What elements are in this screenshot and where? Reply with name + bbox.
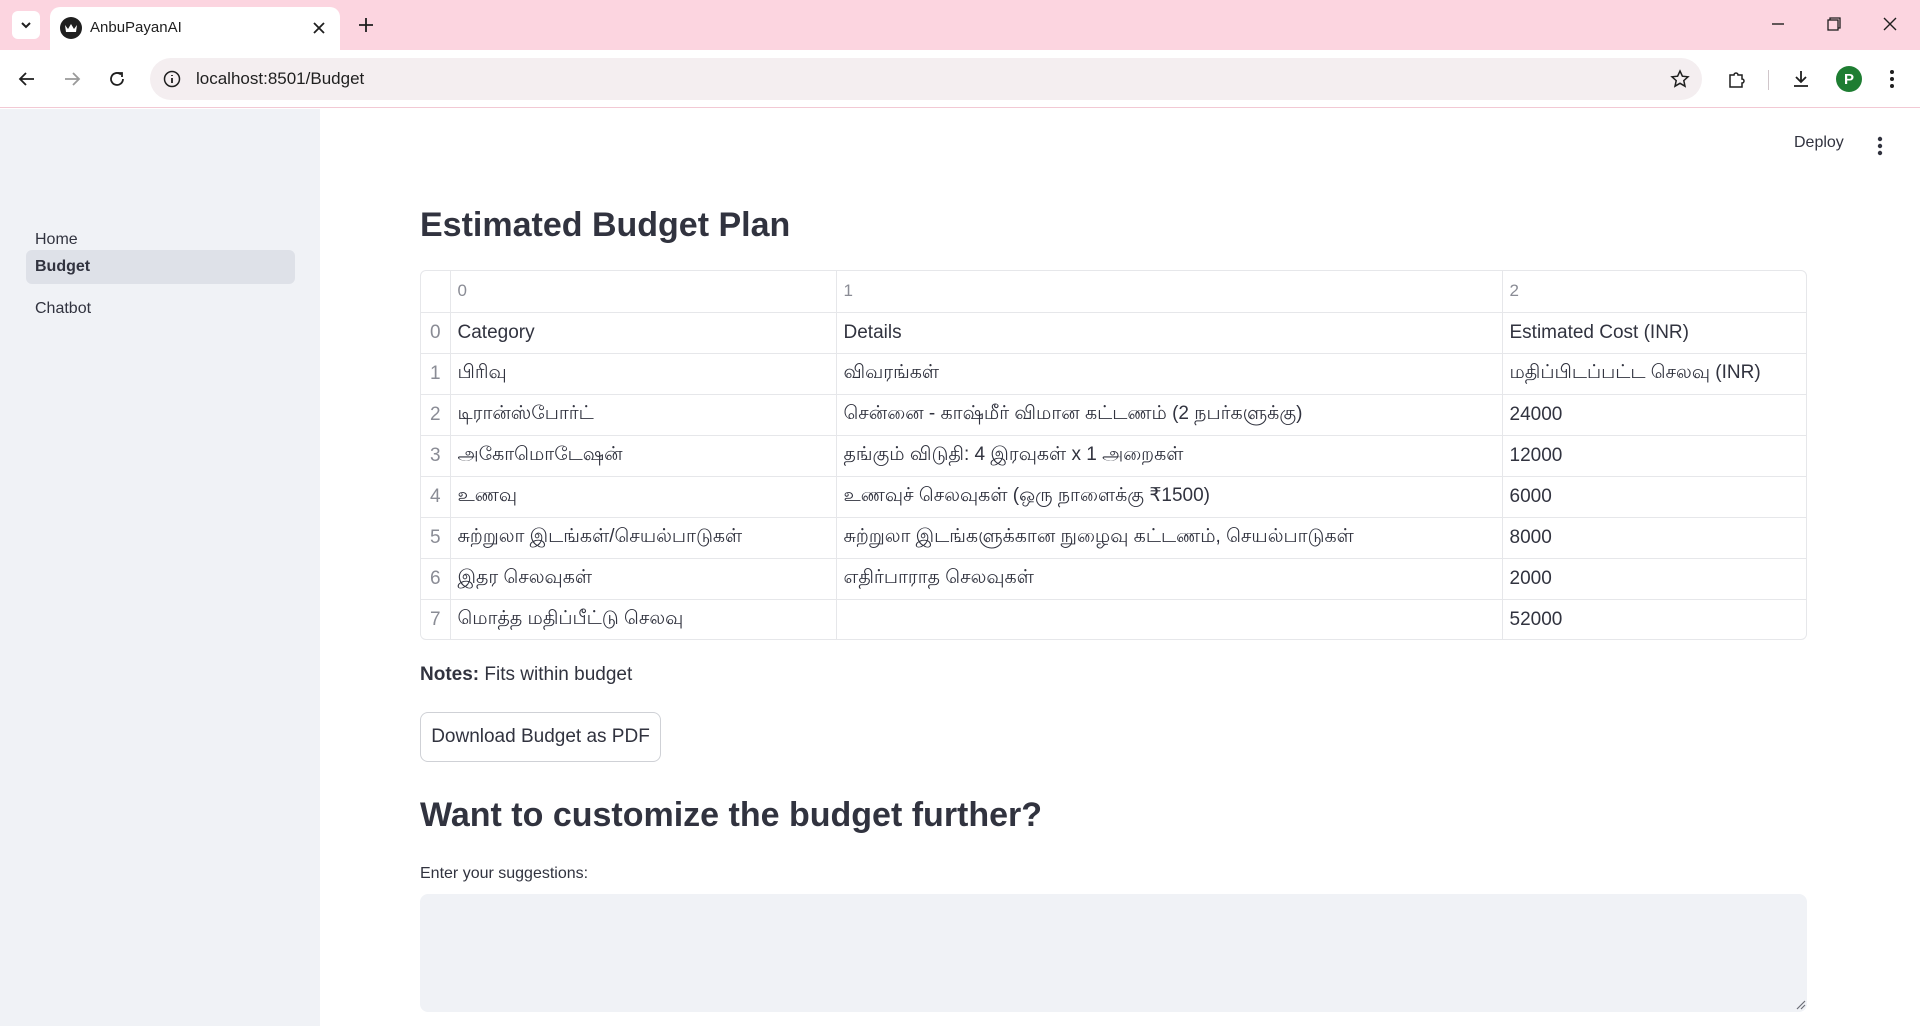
reload-icon[interactable] [102,64,132,94]
table-cell[interactable]: 6000 [1502,476,1806,518]
download-budget-pdf-button[interactable]: Download Budget as PDF [420,712,661,762]
table-column-header[interactable]: 2 [1502,271,1806,313]
tab-search-button[interactable] [12,11,40,39]
table-row: 6 இதர செலவுகள் எதிர்பாராத செலவுகள் 2000 [421,558,1806,600]
table-row: 3 அகோமொடேஷன் தங்கும் விடுதி: 4 இரவுகள் x… [421,435,1806,477]
table-header-row: 0 1 2 [421,271,1806,313]
customize-section-title: Want to customize the budget further? [420,796,1043,834]
table-cell[interactable]: Estimated Cost (INR) [1502,312,1806,354]
table-cell[interactable]: மொத்த மதிப்பீட்டு செலவு [450,599,837,639]
table-row: 5 சுற்றுலா இடங்கள்/செயல்பாடுகள் சுற்றுலா… [421,517,1806,559]
table-column-header[interactable]: 1 [836,271,1503,313]
table-cell[interactable]: எதிர்பாராத செலவுகள் [836,558,1503,600]
sidebar-item-budget[interactable]: Budget [26,250,295,284]
extensions-puzzle-icon[interactable] [1722,64,1752,94]
browser-menu-kebab-icon[interactable] [1877,64,1907,94]
page-title: Estimated Budget Plan [420,206,791,244]
row-index: 3 [421,435,451,477]
toolbar-separator [1768,70,1769,90]
tab-close-icon[interactable] [308,17,330,39]
table-cell[interactable]: 12000 [1502,435,1806,477]
table-cell[interactable]: 2000 [1502,558,1806,600]
table-row: 4 உணவு உணவுச் செலவுகள் (ஒரு நாளைக்கு ₹15… [421,476,1806,518]
back-arrow-icon[interactable] [12,64,42,94]
tab-title: AnbuPayanAI [90,19,182,36]
row-index: 1 [421,353,451,395]
row-index: 5 [421,517,451,559]
window-minimize-icon[interactable] [1758,8,1798,40]
table-cell[interactable] [836,599,1503,639]
table-index-header [421,271,451,313]
row-index: 4 [421,476,451,518]
table-cell[interactable]: Details [836,312,1503,354]
table-cell[interactable]: விவரங்கள் [836,353,1503,395]
table-cell[interactable]: அகோமொடேஷன் [450,435,837,477]
bookmark-star-icon[interactable] [1668,67,1692,91]
row-index: 2 [421,394,451,436]
chevron-down-icon [21,22,31,29]
table-cell[interactable]: சுற்றுலா இடங்கள்/செயல்பாடுகள் [450,517,837,559]
suggestions-textarea[interactable] [420,894,1807,1012]
url-text: localhost:8501/Budget [196,69,365,88]
profile-avatar[interactable]: P [1836,66,1862,92]
table-cell[interactable]: 52000 [1502,599,1806,639]
table-row: 0 Category Details Estimated Cost (INR) [421,312,1806,354]
table-cell[interactable]: சுற்றுலா இடங்களுக்கான நுழைவு கட்டணம், செ… [836,517,1503,559]
sidebar: Home Budget Chatbot [0,109,320,1026]
notes-label: Notes: [420,664,480,685]
row-index: 6 [421,558,451,600]
table-row: 2 டிரான்ஸ்போர்ட் சென்னை - காஷ்மீர் விமான… [421,394,1806,436]
table-row: 1 பிரிவு விவரங்கள் மதிப்பிடப்பட்ட செலவு … [421,353,1806,395]
notes-text: Notes: Fits within budget [420,664,632,686]
table-cell[interactable]: Category [450,312,837,354]
row-index: 0 [421,312,451,354]
table-cell[interactable]: சென்னை - காஷ்மீர் விமான கட்டணம் (2 நபர்க… [836,394,1503,436]
browser-toolbar: localhost:8501/Budget P [0,50,1920,108]
notes-value: Fits within budget [479,664,633,685]
table-cell[interactable]: 8000 [1502,517,1806,559]
table-cell[interactable]: உணவுச் செலவுகள் (ஒரு நாளைக்கு ₹1500) [836,476,1503,518]
resize-handle-icon[interactable] [1794,998,1806,1010]
budget-table[interactable]: 0 1 2 0 Category Details Estimated Cost … [420,270,1807,640]
table-cell[interactable]: மதிப்பிடப்பட்ட செலவு (INR) [1502,353,1806,395]
download-icon[interactable] [1786,64,1816,94]
forward-arrow-icon[interactable] [57,64,87,94]
table-column-header[interactable]: 0 [450,271,837,313]
window-close-icon[interactable] [1870,8,1910,40]
table-cell[interactable]: தங்கும் விடுதி: 4 இரவுகள் x 1 அறைகள் [836,435,1503,477]
row-index: 7 [421,599,451,639]
table-cell[interactable]: இதர செலவுகள் [450,558,837,600]
table-row: 7 மொத்த மதிப்பீட்டு செலவு 52000 [421,599,1806,639]
deploy-button[interactable]: Deploy [1794,134,1844,152]
table-cell[interactable]: உணவு [450,476,837,518]
site-info-icon[interactable] [160,67,184,91]
table-cell[interactable]: பிரிவு [450,353,837,395]
browser-tab-active[interactable]: AnbuPayanAI [50,7,340,50]
table-cell[interactable]: 24000 [1502,394,1806,436]
app-menu-kebab-icon[interactable] [1870,134,1890,158]
window-restore-icon[interactable] [1814,8,1854,40]
streamlit-favicon-icon [60,17,82,39]
browser-tab-strip: AnbuPayanAI [0,0,1920,50]
suggestions-label: Enter your suggestions: [420,865,589,882]
address-bar[interactable]: localhost:8501/Budget [150,58,1702,100]
sidebar-item-chatbot[interactable]: Chatbot [26,292,295,326]
new-tab-plus-icon[interactable] [352,11,380,39]
table-cell[interactable]: டிரான்ஸ்போர்ட் [450,394,837,436]
